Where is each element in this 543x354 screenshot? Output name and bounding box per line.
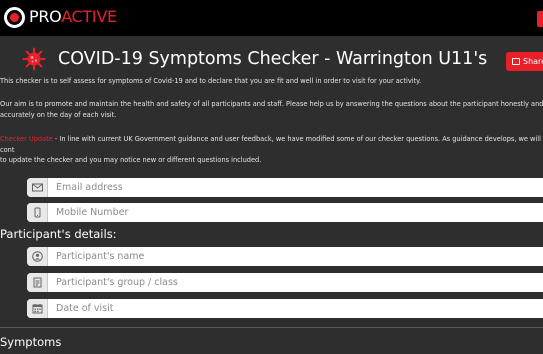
proactive-logo-icon[interactable] [4,7,25,28]
participant-group-field[interactable] [27,273,543,292]
participant-name-input[interactable] [56,247,543,266]
calendar-icon [32,304,43,314]
email-field[interactable] [27,178,543,197]
email-addon [27,178,48,197]
update-text-body: - In line with current UK Government gui… [0,135,541,154]
page-title: COVID-19 Symptoms Checker - Warrington U… [58,49,488,69]
share-icon [512,58,520,65]
mobile-addon [27,203,48,222]
aim-text-line1: Our aim is to promote and maintain the h… [0,100,543,108]
participant-name-field[interactable] [27,247,543,266]
symptoms-heading: Symptoms [0,335,62,349]
checker-update-label: Checker Update [0,135,53,143]
top-bar: PROACTIVE [0,0,543,36]
date-of-visit-field[interactable] [27,299,543,318]
virus-icon [22,47,46,71]
aim-text-line2: accurately on the day of each visit. [0,110,117,119]
update-text-line1: Checker Update - In line with current UK… [0,134,543,155]
mobile-field[interactable] [27,203,543,222]
email-input[interactable] [56,178,543,197]
participant-details-heading: Participant's details: [0,227,117,241]
update-text-line2: to update the checker and you may notice… [0,156,262,164]
checker-page: COVID-19 Symptoms Checker - Warrington U… [0,36,543,354]
section-divider [0,327,543,328]
share-button-label: Share t [523,57,543,66]
menu-button[interactable] [537,11,543,27]
group-addon [27,273,48,292]
date-addon [27,299,48,318]
mobile-phone-icon [34,207,41,218]
envelope-icon [32,183,43,192]
brand-pro: PRO [29,7,62,26]
share-button[interactable]: Share t [506,52,543,71]
intro-text: This checker is to self assess for sympt… [0,77,422,85]
participant-group-input[interactable] [56,273,543,292]
update-text: Checker Update - In line with current UK… [0,134,543,166]
name-addon [27,247,48,266]
aim-text: Our aim is to promote and maintain the h… [0,99,543,120]
date-of-visit-input[interactable] [56,299,543,318]
brand-name[interactable]: PROACTIVE [29,7,117,27]
brand-active: ACTIVE [61,7,117,26]
user-circle-icon [32,251,43,262]
mobile-input[interactable] [56,203,543,222]
logo-dot [10,13,19,22]
id-card-icon [33,277,42,288]
